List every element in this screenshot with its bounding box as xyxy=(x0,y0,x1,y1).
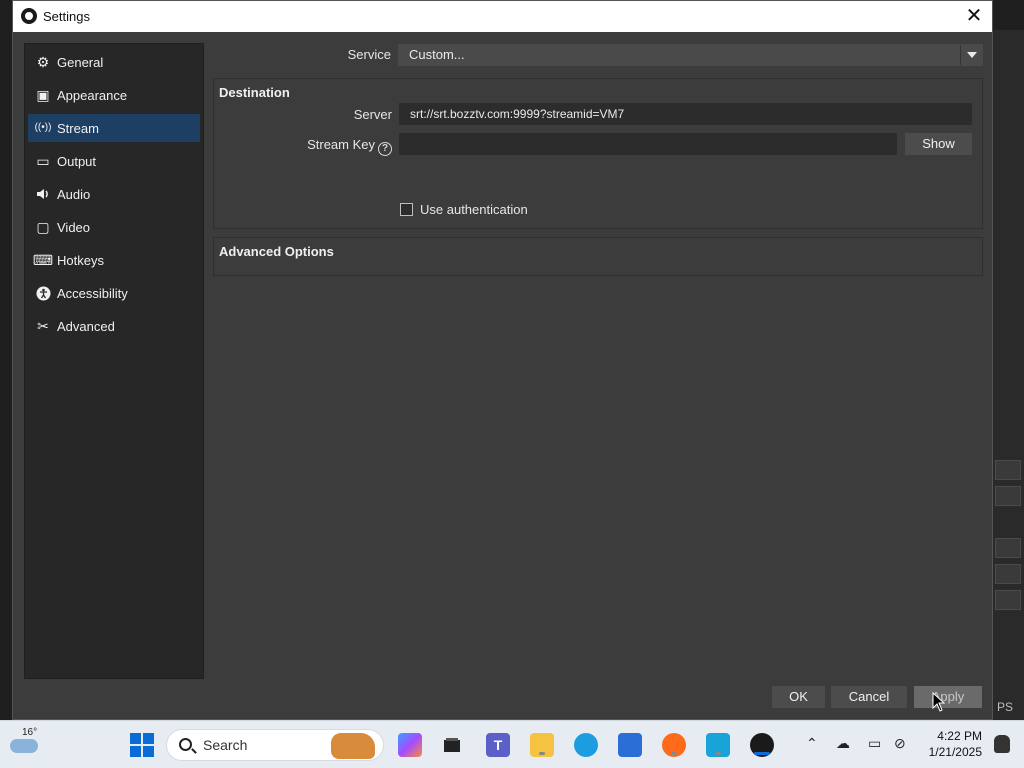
cloud-sync-icon[interactable]: ☁ xyxy=(836,735,850,752)
sidebar-item-label: General xyxy=(57,54,104,70)
sidebar-item-label: Output xyxy=(57,153,97,169)
server-label: Server xyxy=(353,107,392,122)
tools-icon: ✂ xyxy=(37,318,49,334)
stream-key-label: Stream Key xyxy=(307,137,375,152)
advanced-options-title: Advanced Options xyxy=(219,244,334,259)
appearance-icon: ▣ xyxy=(36,87,50,103)
obs-main-left-edge xyxy=(0,30,12,720)
settings-sidebar: ⚙ General ▣ Appearance ((•)) Stream ▭ Ou… xyxy=(24,43,204,679)
help-icon[interactable]: ? xyxy=(378,142,392,156)
edge-icon[interactable] xyxy=(574,733,598,757)
chevron-down-icon[interactable] xyxy=(960,45,982,65)
running-indicator xyxy=(754,752,770,755)
stream-key-input[interactable] xyxy=(399,133,897,155)
sidebar-item-accessibility[interactable]: Accessibility xyxy=(28,279,200,307)
sidebar-item-label: Appearance xyxy=(57,87,128,103)
sidebar-item-audio[interactable]: Audio xyxy=(28,180,200,208)
use-authentication-label: Use authentication xyxy=(420,202,528,217)
taskbar: 16° Search T ⌃ ☁ ▭ ⊘ 4:22 PM 1/21/2025 xyxy=(0,720,1024,768)
panel-tile[interactable] xyxy=(995,590,1021,610)
running-indicator xyxy=(671,752,677,755)
panel-tile[interactable] xyxy=(995,564,1021,584)
search-icon xyxy=(179,738,192,751)
display-icon[interactable]: ▭ xyxy=(868,735,881,752)
gear-icon: ⚙ xyxy=(36,54,50,70)
keyboard-icon: ⌨ xyxy=(32,252,54,268)
clock-date: 1/21/2025 xyxy=(928,745,982,759)
taskbar-clock[interactable]: 4:22 PM 1/21/2025 xyxy=(929,728,982,760)
cloud-icon xyxy=(10,739,38,753)
obs-icon[interactable] xyxy=(750,733,774,757)
copilot-icon[interactable] xyxy=(398,733,422,757)
sidebar-item-output[interactable]: ▭ Output xyxy=(28,147,200,175)
weather-temp: 16° xyxy=(22,727,38,738)
settings-dialog: Settings ✕ ⚙ General ▣ Appearance ((•)) … xyxy=(12,0,993,720)
service-dropdown[interactable]: Custom... xyxy=(398,44,983,66)
stream-settings-panel: Service Custom... Destination Server srt… xyxy=(213,43,983,679)
output-icon: ▭ xyxy=(36,153,50,169)
monitor-icon: ▢ xyxy=(36,219,50,235)
chevron-up-icon[interactable]: ⌃ xyxy=(806,735,818,752)
sidebar-item-hotkeys[interactable]: ⌨ Hotkeys xyxy=(28,246,200,274)
close-icon[interactable]: ✕ xyxy=(962,4,986,28)
cancel-button[interactable]: Cancel xyxy=(831,686,907,708)
obs-main-right-panel: PS xyxy=(992,30,1024,720)
service-row: Service Custom... xyxy=(213,43,983,67)
network-icon[interactable]: ⊘ xyxy=(894,735,906,752)
running-indicator xyxy=(715,752,721,755)
title-bar: Settings ✕ xyxy=(13,1,992,32)
firefox-icon[interactable] xyxy=(662,733,686,757)
sidebar-item-label: Video xyxy=(57,219,91,235)
search-placeholder: Search xyxy=(203,737,248,753)
sidebar-item-stream[interactable]: ((•)) Stream xyxy=(28,114,200,142)
ok-button[interactable]: OK xyxy=(772,686,825,708)
taskbar-search[interactable]: Search xyxy=(166,729,384,761)
advanced-options-group: Advanced Options xyxy=(213,237,983,276)
panel-tile[interactable] xyxy=(995,460,1021,480)
file-manager-icon[interactable] xyxy=(440,733,464,757)
notification-icon[interactable] xyxy=(994,735,1010,753)
sidebar-item-label: Accessibility xyxy=(57,285,128,301)
accessibility-icon xyxy=(35,285,51,301)
destination-group: Destination Server srt://srt.bozztv.com:… xyxy=(213,78,983,229)
obs-logo-icon xyxy=(21,8,37,24)
sidebar-item-appearance[interactable]: ▣ Appearance xyxy=(28,81,200,109)
sidebar-item-label: Hotkeys xyxy=(57,252,104,268)
antenna-icon: ((•)) xyxy=(34,122,52,133)
clock-time: 4:22 PM xyxy=(937,729,982,743)
show-key-button[interactable]: Show xyxy=(905,133,972,155)
service-value: Custom... xyxy=(409,47,465,62)
server-input[interactable]: srt://srt.bozztv.com:9999?streamid=VM7 xyxy=(399,103,972,125)
teams-icon[interactable]: T xyxy=(486,733,510,757)
store-icon[interactable] xyxy=(618,733,642,757)
sidebar-item-advanced[interactable]: ✂ Advanced xyxy=(28,312,200,340)
apply-button[interactable]: Apply xyxy=(914,686,982,708)
panel-tile[interactable] xyxy=(995,486,1021,506)
mouse-cursor-icon xyxy=(932,692,946,712)
destination-title: Destination xyxy=(219,85,290,100)
service-label: Service xyxy=(347,47,391,62)
weather-widget[interactable]: 16° xyxy=(8,727,42,761)
sidebar-item-general[interactable]: ⚙ General xyxy=(28,48,200,76)
sidebar-item-label: Audio xyxy=(57,186,91,202)
window-title: Settings xyxy=(43,9,90,24)
running-indicator xyxy=(539,752,545,755)
sidebar-item-label: Advanced xyxy=(57,318,115,334)
notepad-icon[interactable] xyxy=(706,733,730,757)
background-ps-label: PS xyxy=(997,700,1014,714)
sidebar-item-label: Stream xyxy=(57,120,99,136)
search-highlight-icon xyxy=(331,733,375,759)
start-button[interactable] xyxy=(130,733,154,757)
sidebar-item-video[interactable]: ▢ Video xyxy=(28,213,200,241)
folder-icon[interactable] xyxy=(530,733,554,757)
speaker-icon xyxy=(35,186,51,202)
panel-tile[interactable] xyxy=(995,538,1021,558)
use-authentication-checkbox[interactable] xyxy=(400,203,413,216)
stream-key-label-group: Stream Key? xyxy=(274,137,392,156)
